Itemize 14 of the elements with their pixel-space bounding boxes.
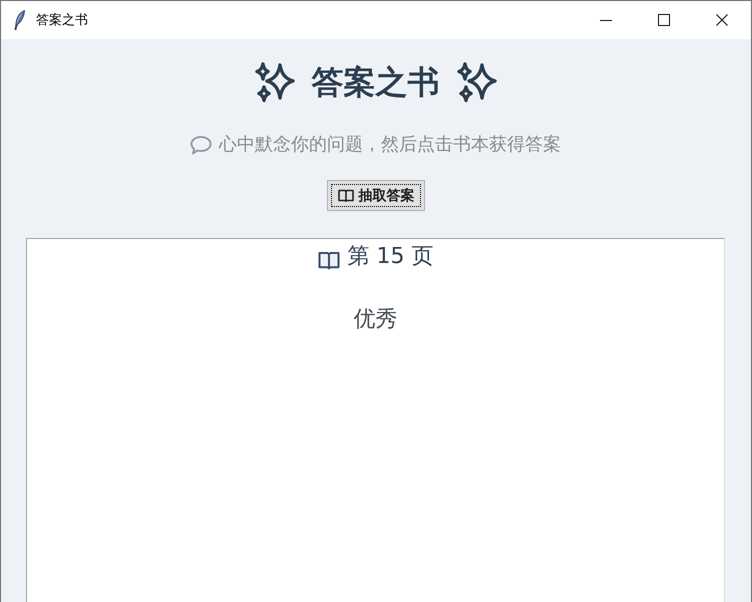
speech-bubble-icon <box>190 135 212 155</box>
feather-icon <box>14 10 26 30</box>
close-icon <box>716 14 728 26</box>
sparkle-icon <box>456 61 498 103</box>
page-number: 第 15 页 <box>348 243 434 271</box>
draw-answer-button[interactable]: 抽取答案 <box>326 180 424 211</box>
book-icon <box>338 189 354 202</box>
app-title: 答案之书 <box>312 62 440 102</box>
book-icon <box>318 250 340 270</box>
window-title: 答案之书 <box>36 12 88 29</box>
maximize-icon <box>658 14 670 26</box>
instruction-text: 心中默念你的问题，然后点击书本获得答案 <box>219 133 561 157</box>
answer-text: 优秀 <box>354 306 398 334</box>
sparkle-icon <box>254 61 296 103</box>
